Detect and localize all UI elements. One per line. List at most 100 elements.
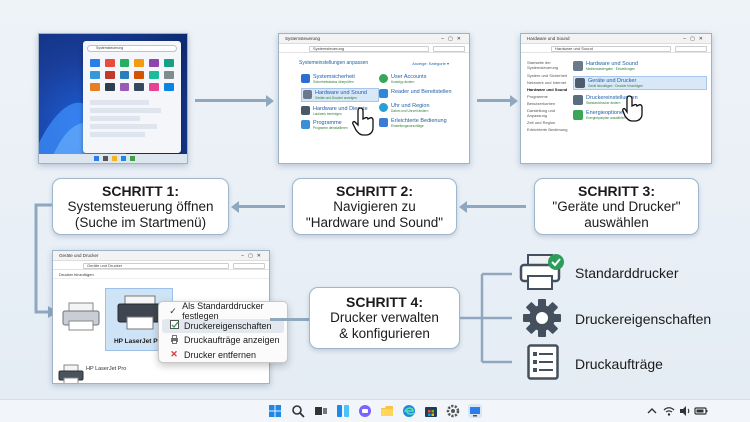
file-explorer-icon[interactable] — [380, 404, 394, 418]
category-reader[interactable]: Reader und Bereitstellen — [379, 89, 459, 98]
list-icon — [527, 344, 559, 380]
arrow-step1-to-step2 — [195, 94, 274, 107]
monitor-icon — [379, 89, 388, 98]
bottom-printer-name: HP LaserJet Pro — [86, 366, 127, 372]
window-title: Systemsteuerung — [285, 36, 321, 41]
menu-item-label: Druckereigenschaften — [184, 320, 272, 331]
sidebar-item[interactable]: Zeit und Region — [527, 120, 569, 125]
step-4-line2: & konfigurieren — [339, 326, 430, 341]
printer-icon — [575, 78, 585, 88]
address-text: Geräte und Drucker — [87, 262, 123, 268]
address-bar[interactable]: Geräte und Drucker — [53, 261, 269, 270]
window-title-bar: Geräte und Drucker –▢✕ — [53, 251, 269, 261]
sidebar-item[interactable]: Netzwerk und Internet — [527, 80, 569, 85]
start-search-box[interactable]: Systemsteuerung — [87, 45, 177, 52]
step-4-heading: SCHRITT 4: — [346, 294, 423, 310]
search-icon[interactable] — [291, 404, 305, 418]
accessibility-icon — [379, 118, 388, 127]
sidebar-item[interactable]: Programme — [527, 94, 569, 99]
features-bracket — [460, 272, 512, 364]
screenshot-hardware-sound: Hardware und Sound –▢✕ Hardware und Soun… — [520, 33, 712, 164]
remove-icon: ✕ — [170, 349, 178, 360]
screenshot-control-panel: Systemsteuerung –▢✕ Systemsteuerung Syst… — [278, 33, 470, 164]
arrow-step2-to-step1 — [231, 200, 285, 213]
sidebar-item[interactable]: Erleichterte Bedienung — [527, 127, 569, 132]
category-security[interactable]: Systemsicherheit Sicherheitsstatus überpr… — [301, 74, 379, 84]
menu-item-label: Druckaufträge anzeigen — [184, 335, 280, 346]
category-clock-region[interactable]: Uhr und Region Datum und Uhrzeit ändern — [379, 103, 459, 113]
add-printer-button[interactable]: Drucker hinzufügen — [59, 272, 94, 277]
sidebar-item[interactable]: Benutzerkonten — [527, 101, 569, 106]
printer-icon[interactable] — [58, 364, 84, 384]
speaker-icon — [573, 61, 583, 71]
battery-icon[interactable] — [694, 404, 708, 418]
check-icon: ✓ — [169, 305, 177, 316]
windows-start-icon[interactable] — [268, 404, 282, 418]
step-3-line1: "Geräte und Drucker" — [552, 198, 681, 214]
window-controls[interactable]: –▢✕ — [241, 251, 265, 261]
view-by-link[interactable]: Anzeige: Kategorie ▾ — [412, 61, 449, 66]
step-4-line1: Drucker verwalten — [330, 310, 439, 325]
feature-printer-properties: Druckereigenschaften — [575, 311, 712, 327]
search-field[interactable] — [433, 45, 465, 52]
window-controls[interactable]: –▢✕ — [683, 34, 707, 44]
category-hardware-sound[interactable]: Hardware und Sound Geräte und Drucker anz… — [301, 88, 379, 102]
sidebar-item-active[interactable]: Hardware und Sound — [527, 87, 569, 92]
category-user-accounts[interactable]: User Accounts Kontotyp ändern — [379, 74, 459, 84]
sidebar-item[interactable]: Startseite der Systemsteuerung — [527, 60, 569, 70]
sidebar-item[interactable]: Darstellung und Anpassung — [527, 108, 569, 118]
control-panel-icon[interactable] — [468, 404, 482, 418]
screenshot-start-menu: Systemsteuerung — [38, 33, 188, 164]
wifi-icon[interactable] — [662, 404, 676, 418]
device-icon — [301, 106, 310, 115]
desktop-taskbar — [39, 154, 187, 163]
menu-item-label: Drucker entfernen — [184, 349, 257, 360]
edge-browser-icon[interactable] — [402, 404, 416, 418]
gear-icon — [523, 299, 561, 337]
section-hardware-sound[interactable]: Hardware und Sound Medienwiedergabe · Ein… — [573, 61, 707, 71]
store-icon[interactable] — [424, 404, 438, 418]
arrow-step3-to-step2 — [459, 200, 526, 213]
settings-gear-icon[interactable] — [446, 404, 460, 418]
task-view-icon[interactable] — [314, 404, 328, 418]
search-field[interactable] — [675, 45, 707, 52]
category-accessibility[interactable]: Erleichterte Bedienung Einstellungsvorsch… — [379, 118, 459, 128]
section-devices-printers[interactable]: Geräte und Drucker Gerät hinzufügen · Dru… — [573, 76, 707, 90]
widgets-icon[interactable] — [336, 404, 350, 418]
hand-cursor-icon — [352, 107, 374, 136]
feature-default-printer: Standarddrucker — [575, 265, 679, 281]
printer-icon[interactable] — [61, 301, 101, 333]
hand-cursor-icon — [622, 95, 643, 122]
menu-item-label: Als Standarddrucker festlegen — [182, 301, 264, 322]
address-text: Systemsteuerung — [313, 45, 345, 51]
step-2-line2: "Hardware und Sound" — [305, 214, 444, 230]
window-controls[interactable]: –▢✕ — [441, 34, 465, 44]
devices-toolbar: Drucker hinzufügen — [53, 270, 269, 279]
view-print-jobs-item[interactable]: Druckaufträge anzeigen — [162, 333, 284, 348]
feature-print-jobs: Druckaufträge — [575, 356, 663, 372]
window-title-bar: Systemsteuerung –▢✕ — [279, 34, 469, 44]
volume-icon[interactable] — [678, 404, 692, 418]
printer-properties-item[interactable]: Druckereigenschaften — [162, 318, 284, 333]
step-3-heading: SCHRITT 3: — [578, 182, 655, 199]
pinned-apps-grid — [87, 59, 177, 91]
set-default-printer-item[interactable]: ✓ Als Standarddrucker festlegen — [162, 301, 284, 322]
step-2-line1: Navigieren zu — [333, 198, 416, 214]
address-bar[interactable]: Systemsteuerung — [279, 44, 469, 53]
step-2-label: SCHRITT 2: Navigieren zu "Hardware und S… — [292, 178, 457, 235]
address-bar[interactable]: Hardware und Sound — [521, 44, 711, 53]
laserjet-printer-icon — [117, 295, 163, 330]
properties-icon — [168, 320, 180, 331]
address-text: Hardware und Sound — [555, 45, 593, 51]
printer-context-menu: ✓ Als Standarddrucker festlegen Druckere… — [158, 301, 288, 363]
sidebar-item[interactable]: System und Sicherheit — [527, 73, 569, 78]
arrow-step2-to-step3 — [477, 94, 518, 107]
user-icon — [379, 74, 388, 83]
chat-icon[interactable] — [358, 404, 372, 418]
chevron-up-icon[interactable] — [645, 404, 659, 418]
connector-window-to-step4 — [270, 318, 310, 321]
search-field[interactable] — [233, 262, 265, 269]
globe-icon — [379, 103, 388, 112]
shield-icon — [301, 74, 310, 83]
remove-printer-item[interactable]: ✕ Drucker entfernen — [162, 348, 284, 363]
